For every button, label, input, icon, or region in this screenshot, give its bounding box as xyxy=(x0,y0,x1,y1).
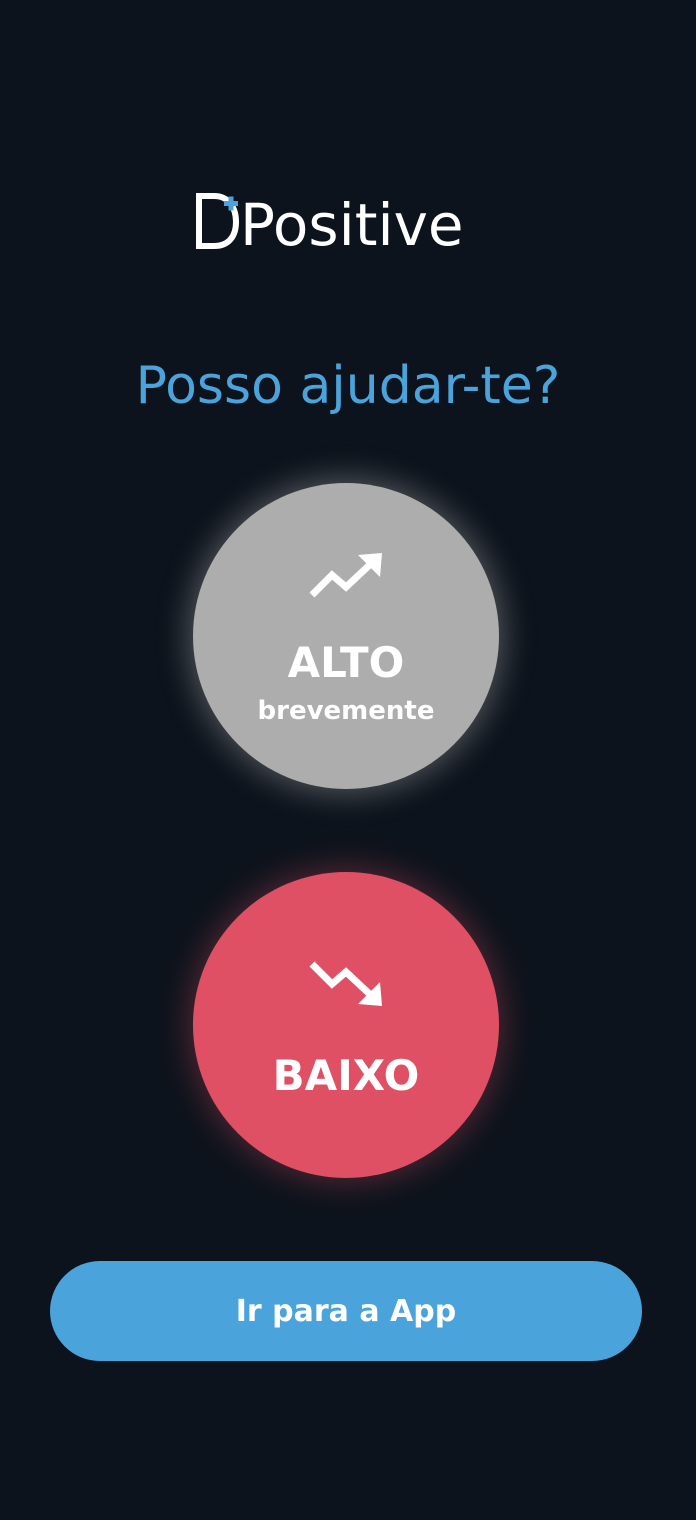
trending-up-icon xyxy=(309,553,382,598)
d-cross-logo-icon xyxy=(196,193,240,249)
low-glucose-button[interactable]: BAIXO xyxy=(193,872,499,1178)
logo-text: Positive xyxy=(240,191,464,259)
page-title: Posso ajudar-te? xyxy=(135,356,561,416)
app-screen: Positive Posso ajudar-te? ALTO brevement… xyxy=(0,0,696,1520)
high-glucose-button[interactable]: ALTO brevemente xyxy=(193,483,499,789)
low-label: BAIXO xyxy=(272,1051,420,1100)
high-label: ALTO xyxy=(287,638,405,687)
go-to-app-button[interactable]: Ir para a App xyxy=(50,1261,642,1361)
high-sublabel: brevemente xyxy=(257,696,435,726)
trending-down-icon xyxy=(309,961,382,1006)
app-logo: Positive xyxy=(196,186,464,256)
